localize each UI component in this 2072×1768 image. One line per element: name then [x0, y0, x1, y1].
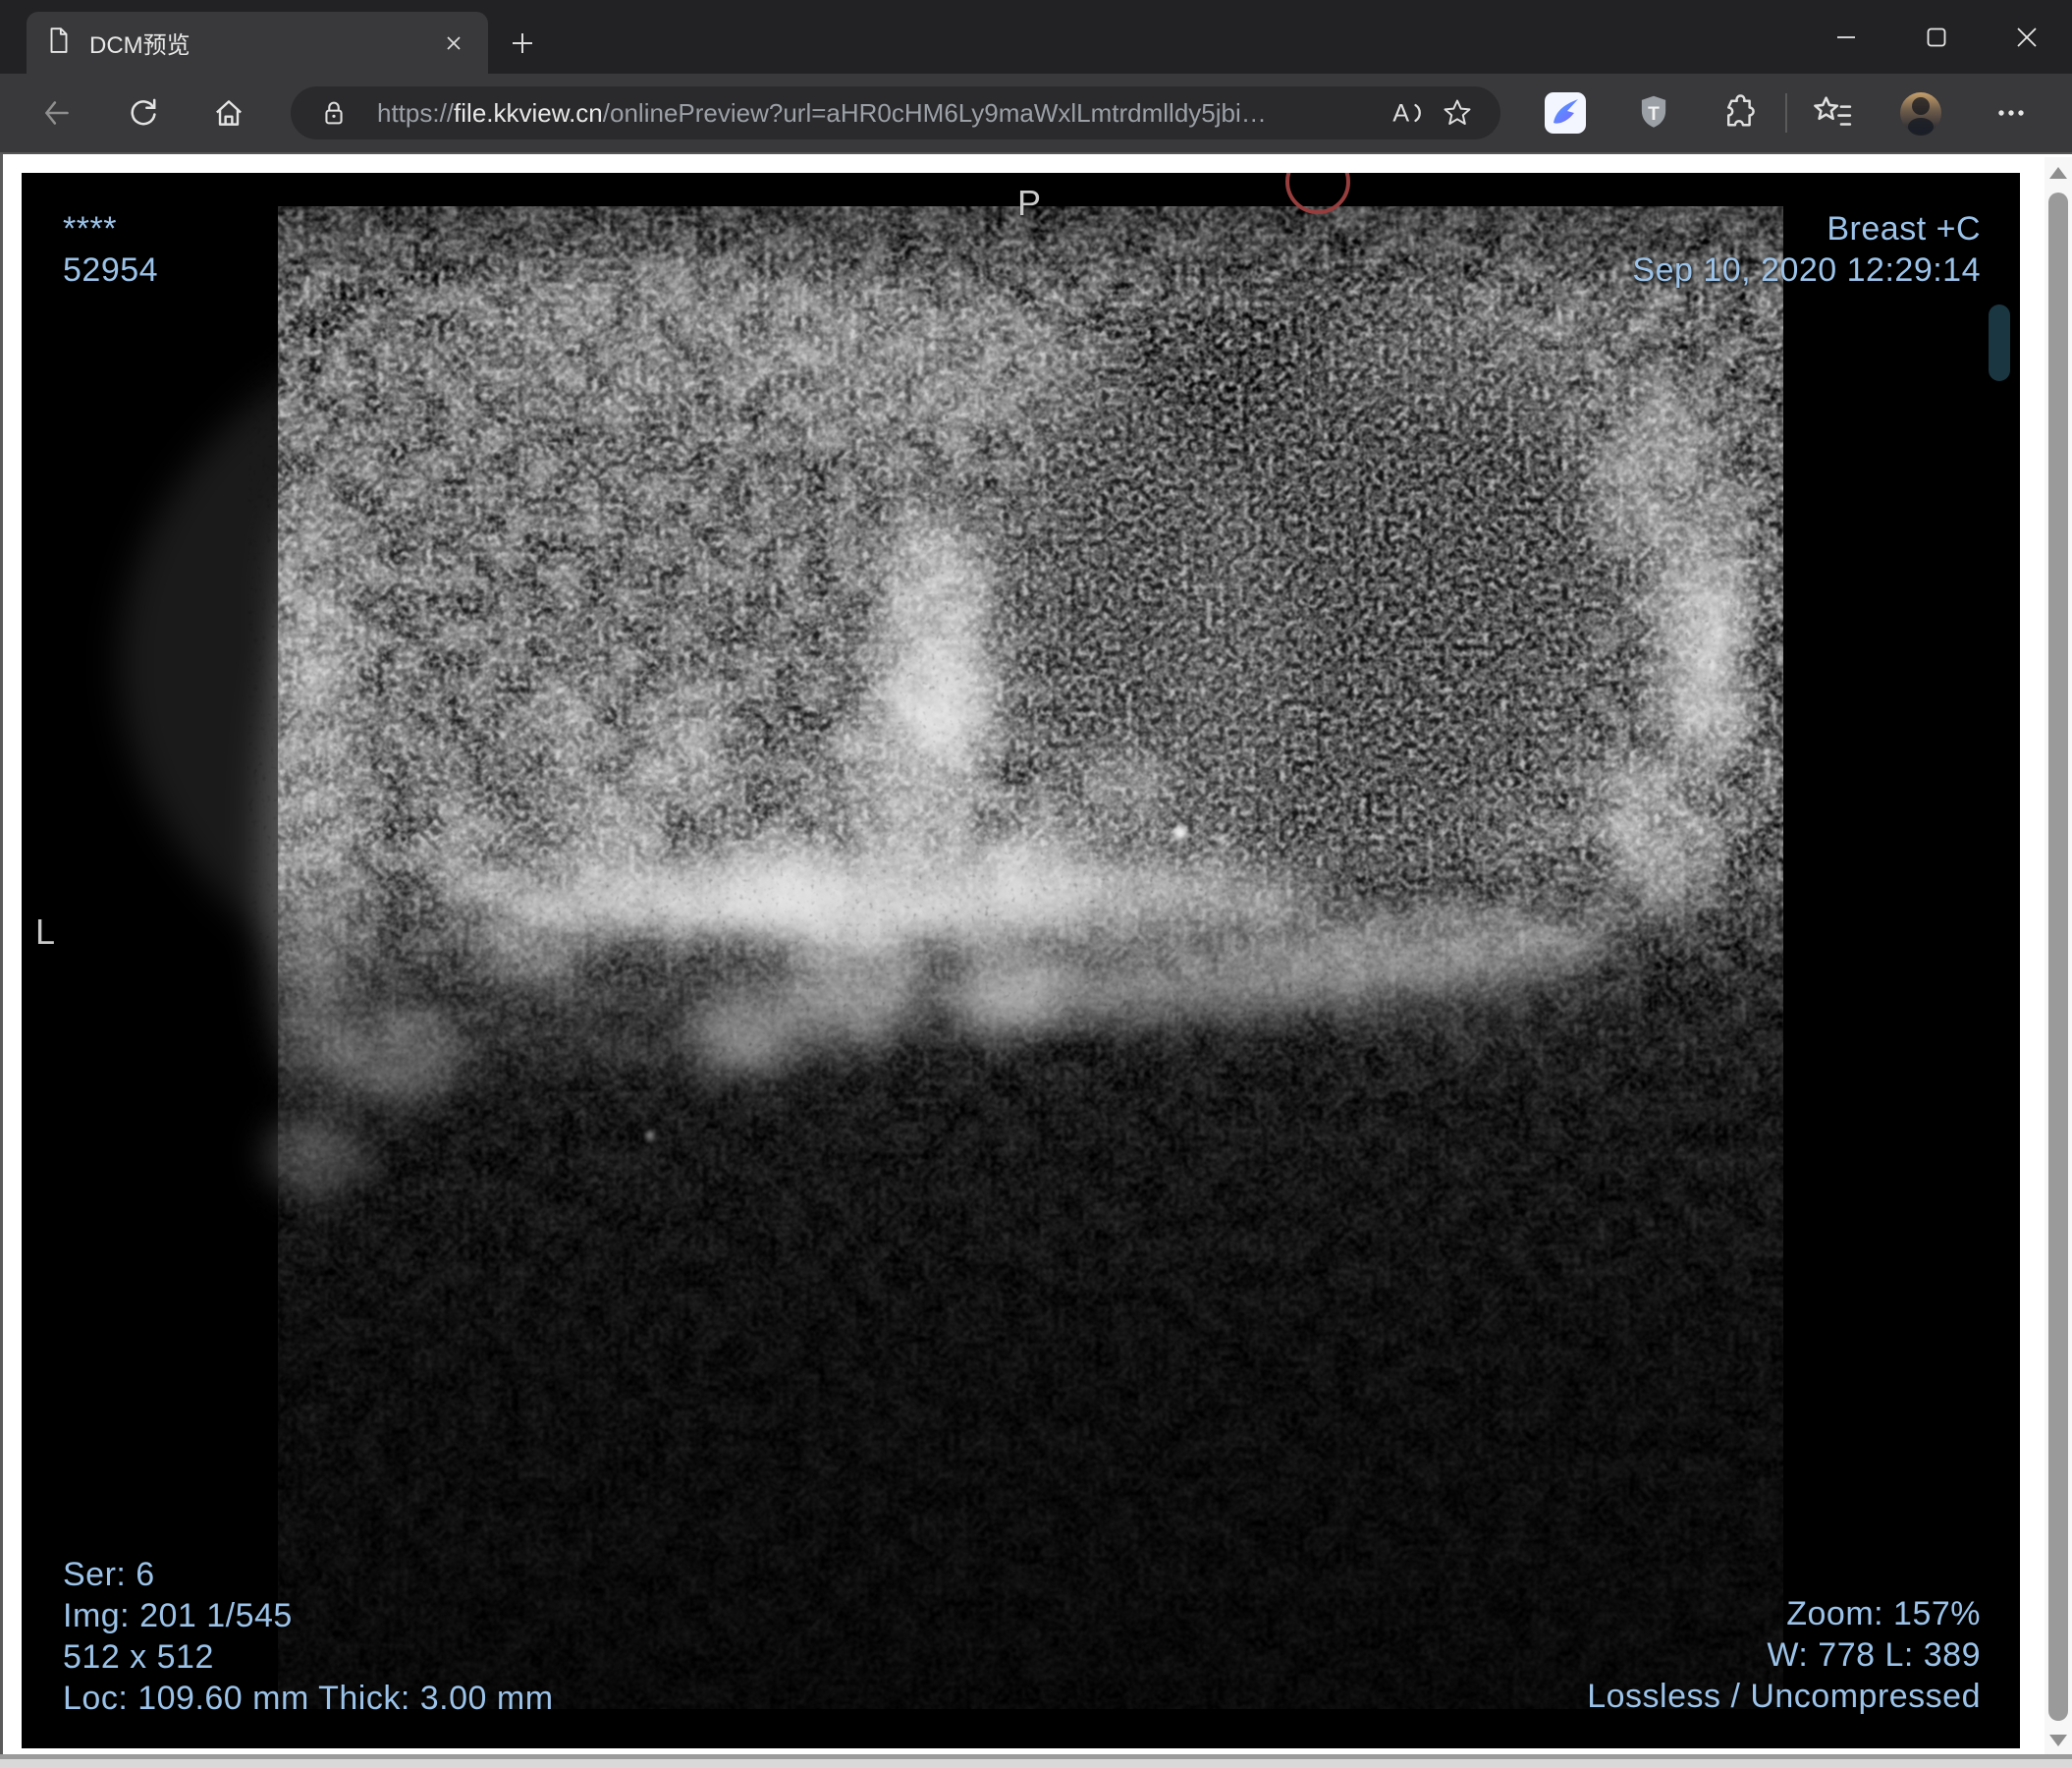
- settings-menu-icon[interactable]: [1986, 85, 2037, 140]
- read-aloud-icon[interactable]: A: [1385, 91, 1428, 135]
- url-text: https://file.kkview.cn/onlinePreview?url…: [377, 98, 1377, 129]
- new-tab-button[interactable]: [503, 24, 542, 63]
- window-bottom-edge: [0, 1759, 2072, 1768]
- study-datetime: Sep 10, 2020 12:29:14: [1632, 251, 1981, 289]
- tab-close-icon[interactable]: [437, 27, 470, 60]
- scrollbar-thumb[interactable]: [2048, 193, 2068, 1721]
- lock-icon[interactable]: [312, 91, 355, 135]
- extensions-puzzle-icon[interactable]: [1713, 85, 1764, 140]
- collections-icon[interactable]: [1807, 85, 1858, 140]
- url-host: file.kkview.cn: [454, 97, 603, 128]
- zoom-level: Zoom: 157%: [1786, 1595, 1981, 1632]
- series-info-overlay: Ser: 6 Img: 201 1/545 512 x 512 Loc: 109…: [63, 1554, 554, 1719]
- study-info-overlay: Breast +C Sep 10, 2020 12:29:14: [1632, 208, 1981, 291]
- image-number: Img: 201 1/545: [63, 1597, 293, 1634]
- scroll-up-arrow-icon[interactable]: [2049, 167, 2067, 179]
- scroll-down-arrow-icon[interactable]: [2049, 1735, 2067, 1746]
- orientation-marker-posterior: P: [1017, 183, 1042, 223]
- window-level: W: 778 L: 389: [1767, 1636, 1981, 1674]
- tab-title: DCM预览: [89, 32, 191, 59]
- slice-location: Loc: 109.60 mm Thick: 3.00 mm: [63, 1680, 554, 1717]
- profile-avatar[interactable]: [1895, 85, 1946, 140]
- window-controls: [1801, 0, 2072, 74]
- address-bar[interactable]: https://file.kkview.cn/onlinePreview?url…: [291, 86, 1500, 139]
- series-number: Ser: 6: [63, 1556, 155, 1593]
- refresh-button[interactable]: [116, 85, 171, 140]
- patient-name-masked: ****: [63, 210, 117, 248]
- study-description: Breast +C: [1827, 210, 1981, 248]
- back-button[interactable]: [29, 85, 84, 140]
- extension-tampermonkey-shield[interactable]: T: [1628, 85, 1679, 140]
- page-scrollbar[interactable]: [2045, 157, 2072, 1756]
- tab-strip: DCM预览: [0, 0, 2072, 74]
- browser-tab[interactable]: DCM预览: [27, 12, 488, 74]
- close-button[interactable]: [1982, 0, 2072, 74]
- url-scheme: https://: [377, 97, 455, 128]
- mri-scan-image: [22, 173, 2020, 1748]
- browser-window: DCM预览 https://file.kkview.cn/onlinePrevi…: [0, 0, 2072, 1768]
- favorite-star-icon[interactable]: [1436, 91, 1479, 135]
- maximize-button[interactable]: [1891, 0, 1982, 74]
- page-icon: [44, 26, 74, 60]
- series-scroll-indicator[interactable]: [1989, 304, 2010, 381]
- patient-info-overlay: **** 52954: [63, 208, 158, 291]
- url-path: /onlinePreview?url=aHR0cHM6Ly9maWxlLmtrd…: [602, 97, 1267, 128]
- extension-bird[interactable]: [1540, 85, 1591, 140]
- orientation-marker-left: L: [35, 912, 56, 952]
- patient-id: 52954: [63, 251, 159, 289]
- image-matrix: 512 x 512: [63, 1638, 214, 1676]
- toolbar-divider: [1785, 93, 1787, 133]
- svg-text:A: A: [1392, 99, 1409, 127]
- svg-text:T: T: [1648, 104, 1660, 125]
- window-left-border: [0, 154, 3, 1768]
- dicom-viewer[interactable]: **** 52954 Breast +C Sep 10, 2020 12:29:…: [22, 173, 2020, 1748]
- browser-toolbar: https://file.kkview.cn/onlinePreview?url…: [0, 74, 2072, 152]
- minimize-button[interactable]: [1801, 0, 1891, 74]
- compression-info: Lossless / Uncompressed: [1587, 1678, 1981, 1715]
- display-info-overlay: Zoom: 157% W: 778 L: 389 Lossless / Unco…: [1587, 1593, 1981, 1717]
- home-button[interactable]: [201, 85, 256, 140]
